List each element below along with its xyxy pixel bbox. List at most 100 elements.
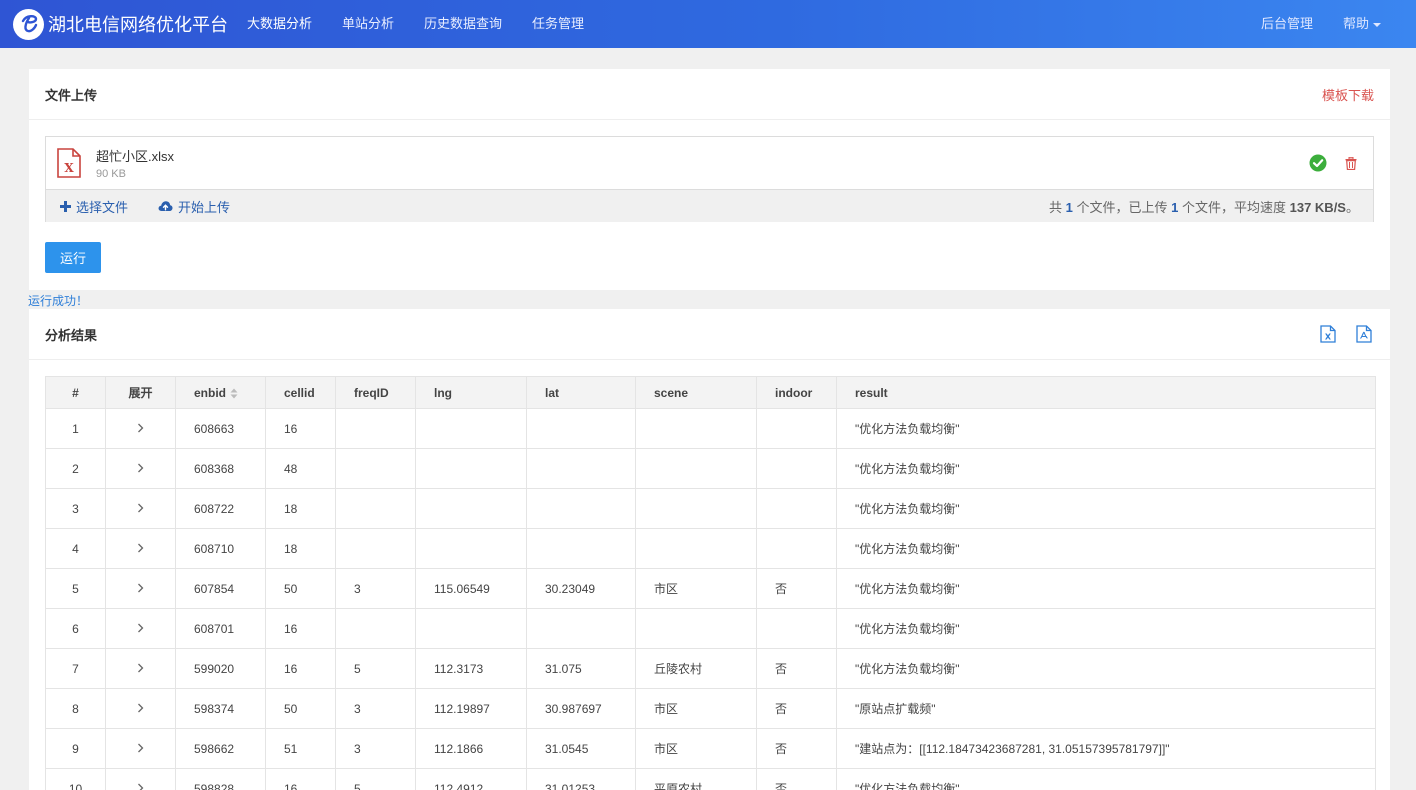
cell-enbid: 608722 bbox=[175, 488, 266, 529]
cell-lng: 115.06549 bbox=[415, 568, 527, 609]
nav-item-help[interactable]: 帮助 bbox=[1328, 0, 1396, 48]
cell-result: "优化方法负载均衡" bbox=[836, 768, 1376, 790]
table-row: 10 598828 16 5 112.4912 31.01253 平原农村否 "优化方法负载均… bbox=[45, 768, 1376, 790]
cell-expand[interactable] bbox=[105, 688, 176, 729]
cell-lat bbox=[526, 448, 636, 489]
cell-expand[interactable] bbox=[105, 768, 176, 790]
cell-enbid: 598828 bbox=[175, 768, 266, 790]
nav-item-task-management[interactable]: 任务管理 bbox=[517, 0, 599, 48]
nav-item-history-query[interactable]: 历史数据查询 bbox=[409, 0, 517, 48]
upload-panel-title: 文件上传 bbox=[45, 87, 98, 103]
cell-result: "建站点为：[[112.18473423687281, 31.051573957… bbox=[836, 728, 1376, 769]
cell-lat: 30.987697 bbox=[526, 688, 636, 729]
nav-item-big-data-analysis[interactable]: 大数据分析 bbox=[232, 0, 327, 48]
cell-enbid: 598662 bbox=[175, 728, 266, 769]
cell-expand[interactable] bbox=[105, 488, 176, 529]
cell-expand[interactable] bbox=[105, 568, 176, 609]
table-row: 9 598662 51 3 112.1866 31.0545 市区否 "建站点为：[[112.… bbox=[45, 728, 1376, 769]
brand[interactable]: 湖北电信网络优化平台 bbox=[0, 8, 232, 40]
upload-box: X 超忙小区.xlsx 90 KB 选择文件 开始上传 共 1 个文件，已上传 … bbox=[45, 136, 1374, 222]
start-upload-label: 开始上传 bbox=[178, 199, 231, 215]
cell-lat: 30.23049 bbox=[526, 568, 636, 609]
cell-indoor: 否 bbox=[756, 568, 837, 609]
cell-freqid: 5 bbox=[335, 648, 416, 689]
nav-right: 后台管理 帮助 bbox=[1246, 0, 1416, 48]
start-upload-button[interactable]: 开始上传 bbox=[158, 197, 230, 216]
cell-cellid: 51 bbox=[265, 728, 336, 769]
cell-enbid: 608368 bbox=[175, 448, 266, 489]
table-row: 8 598374 50 3 112.19897 30.987697 市区否 "原站点扩载频" bbox=[45, 688, 1376, 729]
nav-item-admin[interactable]: 后台管理 bbox=[1246, 0, 1328, 48]
cell-indoor bbox=[756, 528, 837, 569]
cell-lng bbox=[415, 528, 527, 569]
run-button[interactable]: 运行 bbox=[45, 242, 101, 273]
col-header-index: # bbox=[45, 376, 106, 409]
top-navbar: 湖北电信网络优化平台 大数据分析 单站分析 历史数据查询 任务管理 后台管理 帮… bbox=[0, 0, 1416, 48]
cell-lng bbox=[415, 408, 527, 449]
summary-prefix: 共 bbox=[1049, 199, 1066, 215]
cell-indoor: 否 bbox=[756, 648, 837, 689]
col-header-enbid[interactable]: enbid bbox=[175, 376, 266, 409]
cell-expand[interactable] bbox=[105, 728, 176, 769]
cell-freqid: 3 bbox=[335, 688, 416, 729]
cell-lng: 112.19897 bbox=[415, 688, 527, 729]
upload-panel-header: 文件上传 模板下载 bbox=[29, 69, 1390, 120]
cell-scene bbox=[635, 408, 757, 449]
file-name: 超忙小区.xlsx bbox=[96, 149, 175, 164]
chevron-right-icon bbox=[138, 703, 144, 712]
cell-cellid: 18 bbox=[265, 488, 336, 529]
cell-cellid: 16 bbox=[265, 768, 336, 790]
cell-lng bbox=[415, 608, 527, 649]
select-file-button[interactable]: 选择文件 bbox=[60, 197, 128, 216]
col-header-expand: 展开 bbox=[105, 376, 176, 409]
cell-indoor bbox=[756, 408, 837, 449]
cell-scene: 市区 bbox=[635, 688, 757, 729]
cell-scene bbox=[635, 488, 757, 529]
cell-enbid: 608663 bbox=[175, 408, 266, 449]
table-row: 3 608722 18 "优化方法负载均衡" bbox=[45, 488, 1376, 529]
col-header-cellid: cellid bbox=[265, 376, 336, 409]
table-row: 5 607854 50 3 115.06549 30.23049 市区否 "优化方法负载均衡" bbox=[45, 568, 1376, 609]
cell-index: 2 bbox=[45, 448, 106, 489]
cell-lng bbox=[415, 448, 527, 489]
cell-expand[interactable] bbox=[105, 648, 176, 689]
export-excel-icon[interactable]: X bbox=[1320, 325, 1336, 343]
cell-freqid bbox=[335, 408, 416, 449]
cell-enbid: 599020 bbox=[175, 648, 266, 689]
chevron-right-icon bbox=[138, 423, 144, 432]
cloud-upload-icon bbox=[158, 201, 173, 211]
results-table: # 展开 enbid cellid freqID lng lat scene i… bbox=[45, 376, 1376, 790]
export-pdf-icon[interactable] bbox=[1356, 325, 1372, 343]
cell-lat bbox=[526, 608, 636, 649]
cell-index: 3 bbox=[45, 488, 106, 529]
cell-lat: 31.01253 bbox=[526, 768, 636, 790]
cell-expand[interactable] bbox=[105, 608, 176, 649]
cell-freqid: 5 bbox=[335, 768, 416, 790]
summary-suffix: 。 bbox=[1345, 199, 1359, 215]
cell-scene bbox=[635, 448, 757, 489]
cell-expand[interactable] bbox=[105, 448, 176, 489]
file-size: 90 KB bbox=[96, 168, 126, 180]
cell-expand[interactable] bbox=[105, 408, 176, 449]
cell-freqid bbox=[335, 488, 416, 529]
table-header-row: # 展开 enbid cellid freqID lng lat scene i… bbox=[45, 376, 1376, 409]
chevron-right-icon bbox=[138, 743, 144, 752]
cell-result: "优化方法负载均衡" bbox=[836, 408, 1376, 449]
cell-expand[interactable] bbox=[105, 528, 176, 569]
cell-index: 9 bbox=[45, 728, 106, 769]
nav-item-single-station-analysis[interactable]: 单站分析 bbox=[327, 0, 409, 48]
cell-index: 5 bbox=[45, 568, 106, 609]
template-download-link[interactable]: 模板下载 bbox=[1322, 85, 1374, 104]
summary-total-count: 1 bbox=[1065, 199, 1073, 215]
trash-icon[interactable] bbox=[1345, 156, 1357, 170]
chevron-right-icon bbox=[138, 463, 144, 472]
cell-result: "原站点扩载频" bbox=[836, 688, 1376, 729]
status-message: 运行成功！ bbox=[28, 294, 89, 308]
cell-index: 1 bbox=[45, 408, 106, 449]
cell-cellid: 16 bbox=[265, 408, 336, 449]
cell-cellid: 18 bbox=[265, 528, 336, 569]
cell-indoor bbox=[756, 608, 837, 649]
upload-toolbar: 选择文件 开始上传 共 1 个文件，已上传 1 个文件，平均速度 137 KB/… bbox=[46, 189, 1373, 222]
col-header-lat: lat bbox=[526, 376, 636, 409]
cell-index: 8 bbox=[45, 688, 106, 729]
